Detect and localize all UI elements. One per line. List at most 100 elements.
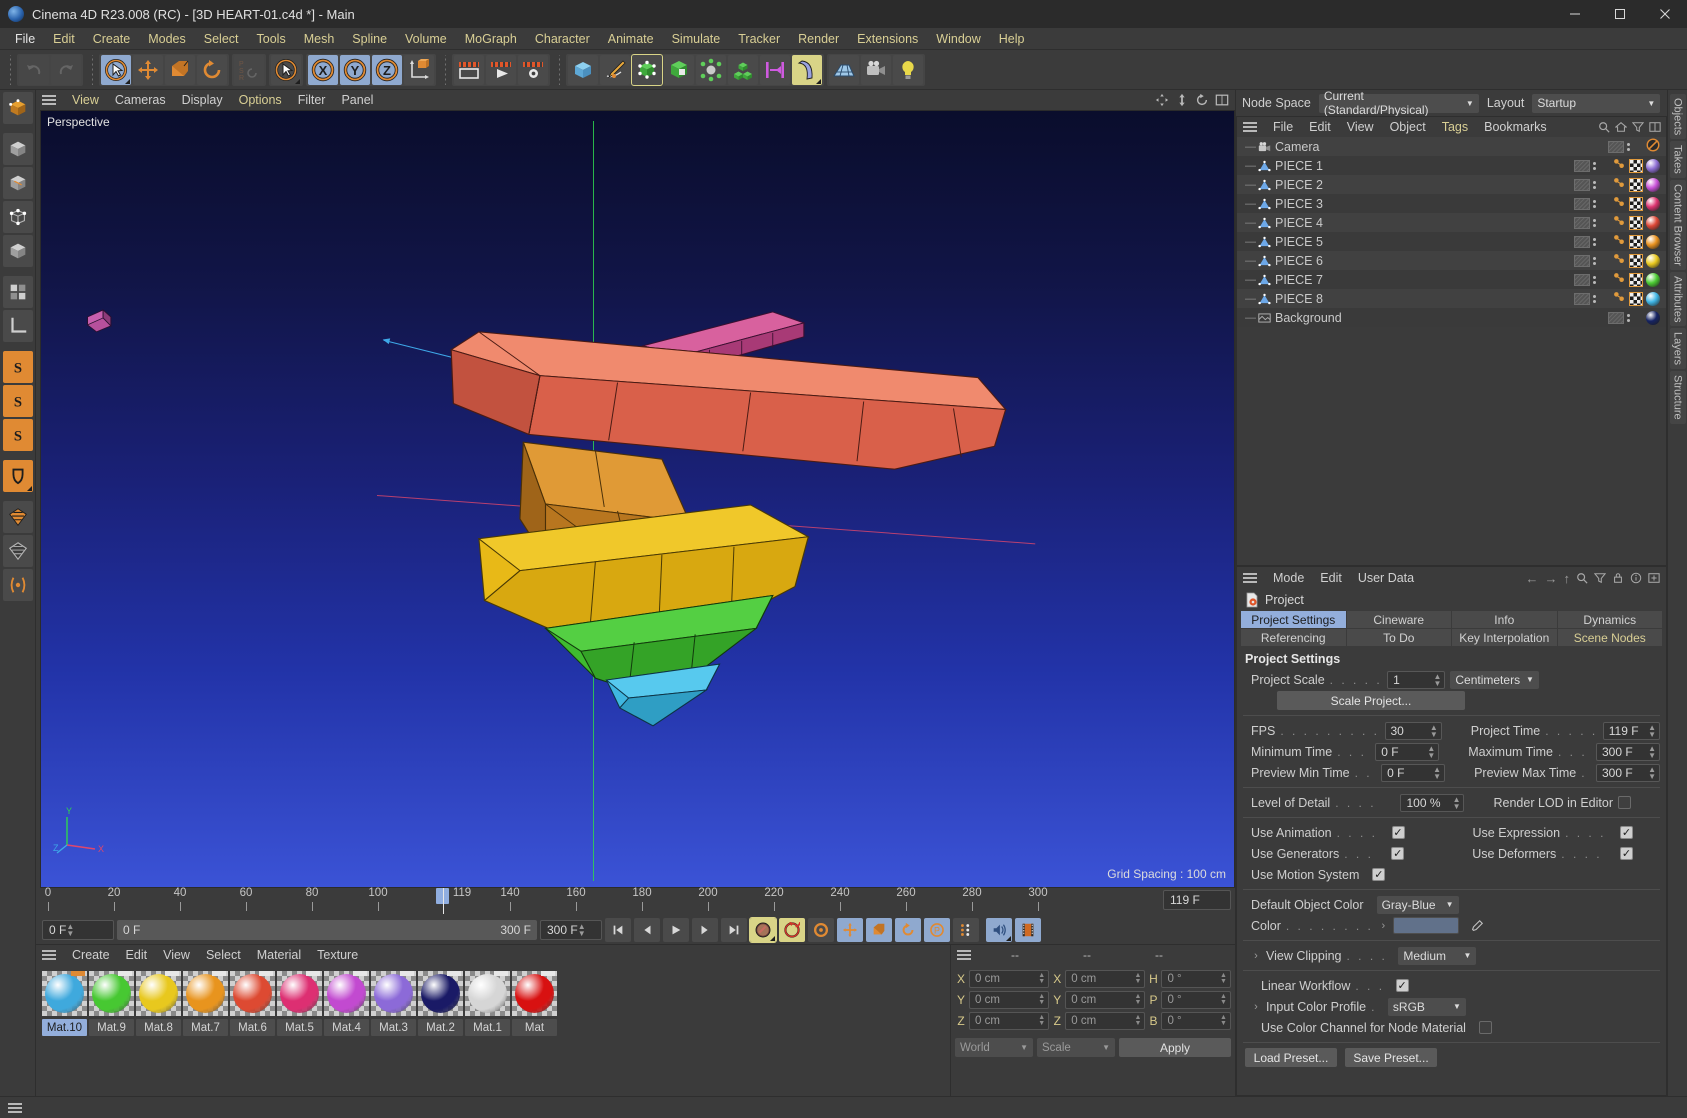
- timeline-track[interactable]: 0 20 40 60 80 100 119 140 160 180 200 22…: [44, 888, 1235, 916]
- sound-button[interactable]: [986, 918, 1012, 942]
- coordinate-value-field[interactable]: 0 °▲▼: [1161, 970, 1231, 988]
- axis-mode-button[interactable]: [3, 569, 33, 601]
- object-name[interactable]: PIECE 7: [1275, 273, 1323, 287]
- live-selection-button[interactable]: [271, 55, 301, 85]
- material-name[interactable]: Mat.10: [42, 1019, 87, 1036]
- add-panel-icon[interactable]: [1648, 572, 1660, 584]
- viewport-menu-options[interactable]: Options: [231, 90, 290, 110]
- viewport-menu-cameras[interactable]: Cameras: [107, 90, 174, 110]
- texture-tag-icon[interactable]: [1629, 292, 1643, 306]
- snap-settings-button[interactable]: S: [3, 385, 33, 417]
- rotate-tool-button[interactable]: [197, 55, 227, 85]
- texture-tag-icon[interactable]: [1629, 235, 1643, 249]
- move-tool-button[interactable]: [133, 55, 163, 85]
- phong-tag-icon[interactable]: [1612, 233, 1626, 250]
- menu-mesh[interactable]: Mesh: [295, 28, 344, 50]
- go-to-start-button[interactable]: [605, 918, 631, 942]
- object-row[interactable]: —PIECE 4: [1237, 213, 1666, 232]
- phong-tag-icon[interactable]: [1612, 290, 1626, 307]
- editor-render-dots-icon[interactable]: [1593, 295, 1596, 303]
- use-deformers-checkbox[interactable]: ✓: [1620, 847, 1633, 860]
- viewport-menu-filter[interactable]: Filter: [290, 90, 334, 110]
- object-row[interactable]: —PIECE 1: [1237, 156, 1666, 175]
- toolbar-grip-4[interactable]: [556, 55, 563, 85]
- deformer-corner[interactable]: [816, 79, 821, 84]
- object-name[interactable]: Background: [1275, 311, 1342, 325]
- use-animation-checkbox[interactable]: ✓: [1392, 826, 1405, 839]
- coordinate-value-field[interactable]: 0 cm▲▼: [1065, 1012, 1145, 1030]
- material-cell[interactable]: Mat.9: [89, 971, 134, 1036]
- visibility-dots-icon[interactable]: [1574, 274, 1590, 286]
- load-preset-button[interactable]: Load Preset...: [1245, 1048, 1337, 1067]
- material-cell[interactable]: Mat.6: [230, 971, 275, 1036]
- object-name[interactable]: PIECE 6: [1275, 254, 1323, 268]
- menu-simulate[interactable]: Simulate: [663, 28, 730, 50]
- floor-object-button[interactable]: [829, 55, 859, 85]
- cube-primitive-button[interactable]: [568, 55, 598, 85]
- menu-render[interactable]: Render: [789, 28, 848, 50]
- attribute-hamburger-icon[interactable]: [1241, 571, 1259, 585]
- material-thumbnail[interactable]: [42, 971, 87, 1016]
- symmetry-button[interactable]: [760, 55, 790, 85]
- coordinate-value-field[interactable]: 0 °▲▼: [1161, 1012, 1231, 1030]
- search-icon-2[interactable]: [1576, 572, 1588, 584]
- texture-tag-icon[interactable]: [1629, 178, 1643, 192]
- menu-mograph[interactable]: MoGraph: [456, 28, 526, 50]
- toolbar-grip-2[interactable]: [89, 55, 96, 85]
- forward-arrow-icon[interactable]: →: [1545, 571, 1558, 586]
- phong-tag-icon[interactable]: [1612, 271, 1626, 288]
- material-cell[interactable]: Mat.3: [371, 971, 416, 1036]
- stepper-arrows[interactable]: ▲▼: [1135, 973, 1142, 985]
- menu-animate[interactable]: Animate: [599, 28, 663, 50]
- preview-min-field[interactable]: 0 F▲▼: [1381, 764, 1445, 782]
- material-menu-edit[interactable]: Edit: [118, 945, 156, 965]
- material-menu-material[interactable]: Material: [249, 945, 309, 965]
- menu-help[interactable]: Help: [990, 28, 1034, 50]
- point-level-animation-button[interactable]: [953, 918, 979, 942]
- editor-render-dots-icon[interactable]: [1593, 181, 1596, 189]
- material-menu-select[interactable]: Select: [198, 945, 249, 965]
- project-time-field[interactable]: 119 F▲▼: [1603, 722, 1660, 740]
- texture-tag-icon[interactable]: [1629, 254, 1643, 268]
- menu-create[interactable]: Create: [84, 28, 140, 50]
- lod-field[interactable]: 100 %▲▼: [1400, 794, 1464, 812]
- record-keyframe-button[interactable]: [750, 918, 776, 942]
- stepper-arrows[interactable]: ▲▼: [1135, 1015, 1142, 1027]
- object-list[interactable]: —Camera—PIECE 1—PIECE 2—PIECE 3—PIECE 4—…: [1237, 137, 1666, 565]
- filter-icon-2[interactable]: [1594, 572, 1606, 584]
- model-mode-button[interactable]: [3, 133, 33, 165]
- array-button[interactable]: [728, 55, 758, 85]
- key-parameter-button[interactable]: P: [924, 918, 950, 942]
- edge-tab-structure[interactable]: Structure: [1670, 371, 1686, 424]
- material-thumbnail[interactable]: [418, 971, 463, 1016]
- attribute-tab[interactable]: Cineware: [1347, 611, 1452, 628]
- menu-window[interactable]: Window: [927, 28, 989, 50]
- object-name[interactable]: PIECE 2: [1275, 178, 1323, 192]
- visibility-dots-icon[interactable]: [1574, 179, 1590, 191]
- attribute-menu-edit[interactable]: Edit: [1312, 567, 1350, 589]
- layout-columns-icon[interactable]: [1649, 121, 1661, 133]
- view-clipping-select[interactable]: Medium ▼: [1398, 947, 1476, 965]
- material-cell[interactable]: Mat.7: [183, 971, 228, 1036]
- info-icon[interactable]: [1630, 572, 1642, 584]
- phong-tag-icon[interactable]: [1612, 195, 1626, 212]
- material-cell[interactable]: Mat.2: [418, 971, 463, 1036]
- menu-spline[interactable]: Spline: [343, 28, 396, 50]
- boole-button[interactable]: [664, 55, 694, 85]
- search-icon[interactable]: [1598, 121, 1610, 133]
- object-row[interactable]: —PIECE 8: [1237, 289, 1666, 308]
- object-name[interactable]: PIECE 8: [1275, 292, 1323, 306]
- coordinate-value-field[interactable]: 0 cm▲▼: [1065, 991, 1145, 1009]
- render-to-picture-viewer-button[interactable]: [486, 55, 516, 85]
- texture-tag-icon[interactable]: [1629, 273, 1643, 287]
- object-row[interactable]: —PIECE 3: [1237, 194, 1666, 213]
- material-hamburger-icon[interactable]: [40, 948, 58, 962]
- material-thumbnail[interactable]: [371, 971, 416, 1016]
- sound-corner[interactable]: [1006, 936, 1011, 941]
- visibility-dots-icon[interactable]: [1574, 255, 1590, 267]
- spline-pen-button[interactable]: [600, 55, 630, 85]
- texture-tag-icon[interactable]: [1629, 197, 1643, 211]
- object-row[interactable]: —PIECE 7: [1237, 270, 1666, 289]
- scale-project-button[interactable]: Scale Project...: [1277, 691, 1465, 710]
- preview-max-field[interactable]: 300 F▲▼: [1596, 764, 1660, 782]
